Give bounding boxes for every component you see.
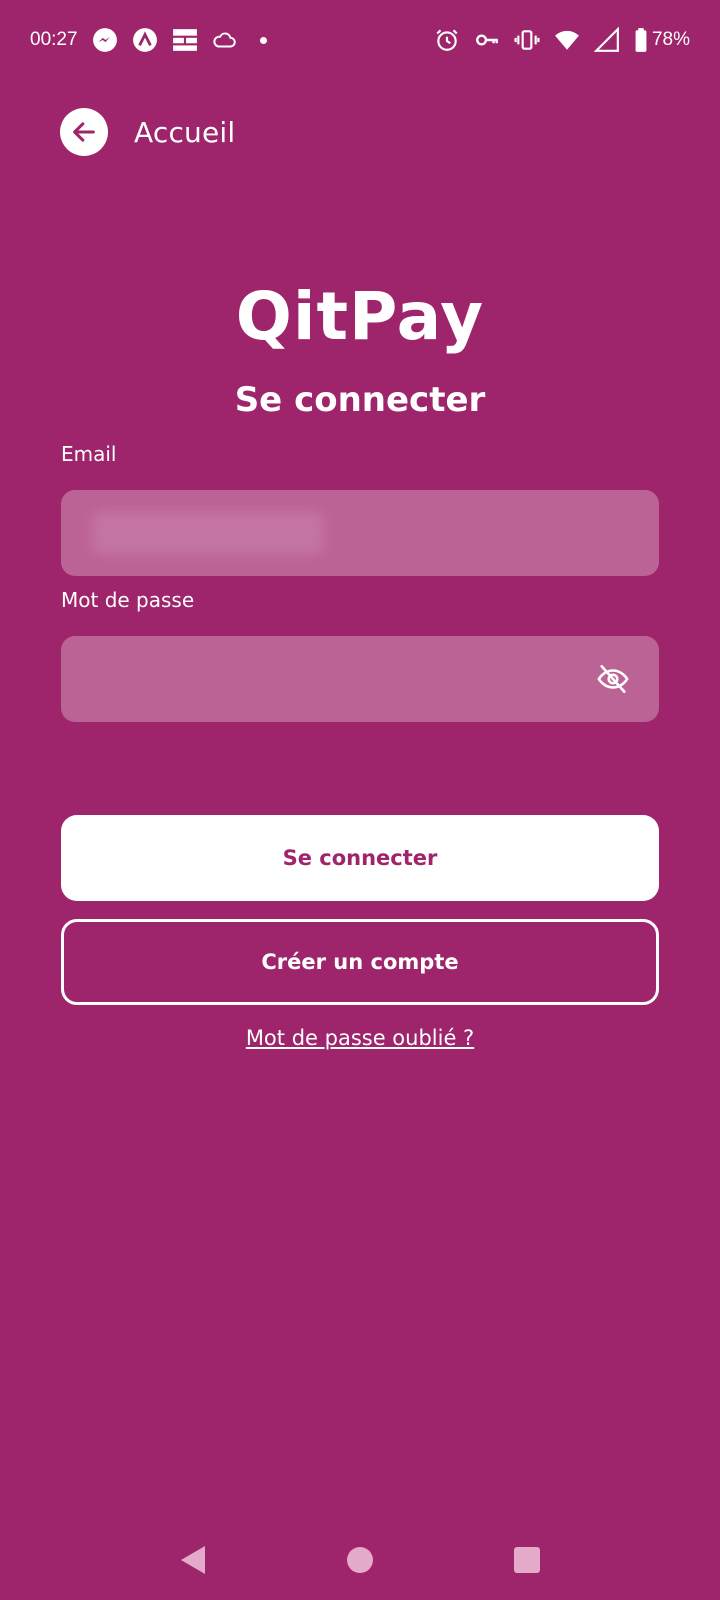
circle-home-icon — [346, 1547, 373, 1573]
qitpay-logo: QitPay — [235, 278, 485, 355]
cloud-icon — [212, 27, 238, 53]
password-label: Mot de passe — [61, 588, 195, 612]
email-label: Email — [61, 442, 117, 466]
battery-percentage: 78% — [651, 29, 690, 50]
arrow-left-icon — [73, 122, 95, 142]
app-a-icon — [132, 27, 158, 53]
password-field[interactable] — [61, 636, 659, 722]
login-screen: 00:27 78% Accueil QitPay Se connecter Em… — [0, 0, 720, 1600]
top-app-bar: Accueil — [60, 108, 235, 156]
status-time: 00:27 — [30, 29, 78, 50]
nav-back-button[interactable] — [173, 1540, 213, 1580]
status-bar: 00:27 78% — [0, 0, 720, 80]
eye-off-icon — [597, 664, 629, 694]
alarm-icon — [434, 27, 460, 53]
wifi-icon — [554, 27, 580, 53]
back-button[interactable] — [60, 108, 108, 156]
messenger-icon — [92, 27, 118, 53]
nav-recents-button[interactable] — [507, 1540, 547, 1580]
vpn-key-icon — [474, 27, 500, 53]
email-field[interactable] — [61, 490, 659, 576]
login-heading: Se connecter — [234, 380, 486, 420]
vibrate-icon — [514, 27, 540, 53]
grid-icon — [172, 27, 198, 53]
create-account-button[interactable]: Créer un compte — [61, 919, 659, 1005]
battery-icon — [634, 27, 648, 53]
square-recents-icon — [513, 1547, 540, 1573]
email-value-blurred — [93, 512, 323, 554]
signal-icon — [593, 27, 620, 53]
notification-dot-icon — [259, 36, 267, 44]
page-title: Accueil — [134, 115, 236, 149]
system-navigation-bar — [0, 1520, 720, 1600]
nav-home-button[interactable] — [340, 1540, 380, 1580]
forgot-password-link[interactable]: Mot de passe oublié ? — [0, 1026, 720, 1050]
login-button[interactable]: Se connecter — [61, 815, 659, 901]
toggle-password-visibility-button[interactable] — [595, 661, 631, 697]
triangle-back-icon — [181, 1546, 206, 1574]
